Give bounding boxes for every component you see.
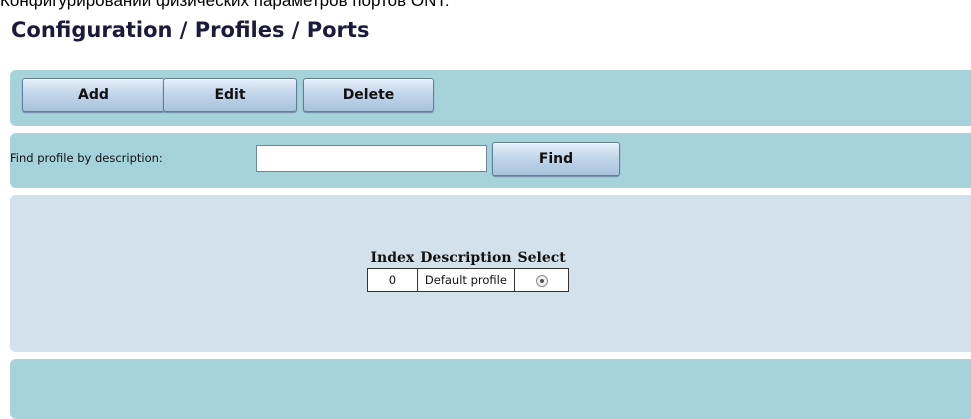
add-button[interactable]: Add: [22, 78, 165, 112]
toolbar: Add Edit Delete: [10, 70, 971, 126]
profiles-panel: Index Description Select 0 Default profi…: [10, 195, 971, 352]
profile-index-cell: 0: [367, 268, 418, 292]
page-title: Configuration / Profiles / Ports: [11, 18, 370, 42]
column-header-description: Description: [420, 250, 512, 266]
profile-select-cell: [514, 268, 570, 292]
profiles-table: Index Description Select 0 Default profi…: [367, 248, 570, 292]
edit-button[interactable]: Edit: [163, 78, 297, 112]
profile-select-radio[interactable]: [535, 274, 548, 287]
profile-description-cell: Default profile: [416, 268, 516, 292]
table-header-row: Index Description Select: [368, 248, 569, 269]
find-button[interactable]: Find: [492, 142, 620, 176]
footer-band: [10, 359, 971, 419]
document-caption: Конфигурировании физических параметров п…: [0, 0, 450, 10]
delete-button[interactable]: Delete: [303, 78, 434, 112]
find-profile-label: Find profile by description:: [10, 151, 163, 165]
column-header-index: Index: [370, 250, 415, 266]
column-header-select: Select: [517, 250, 566, 266]
description-search-input[interactable]: [256, 145, 487, 172]
search-bar: Find profile by description: Find: [10, 133, 971, 188]
table-row: 0 Default profile: [367, 268, 570, 292]
